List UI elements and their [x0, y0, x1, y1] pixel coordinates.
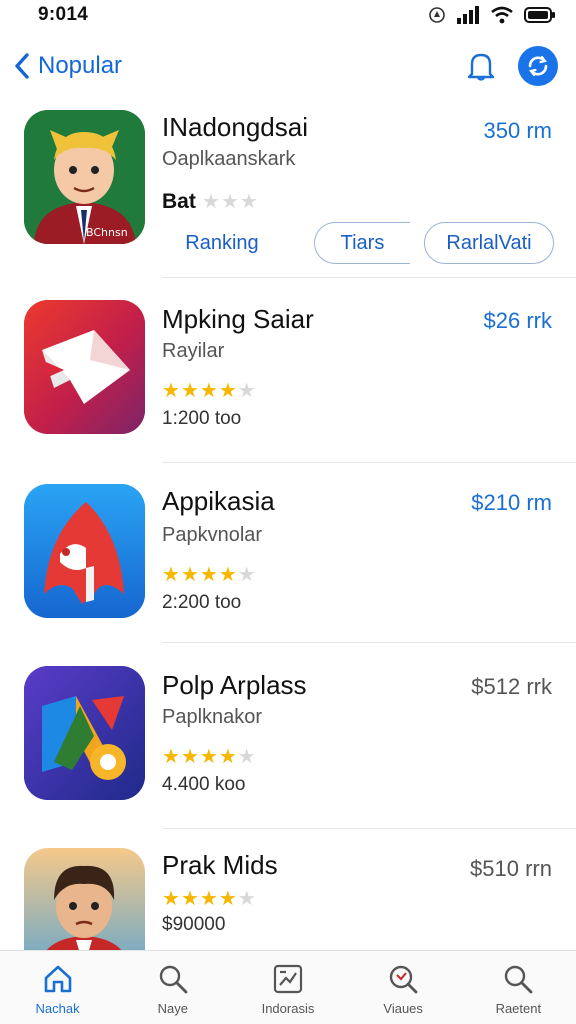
- star-icon: ★: [180, 888, 199, 910]
- list-item[interactable]: Appikasia $210 rm Papkvnolar ★ ★ ★ ★ ★ 2…: [0, 466, 576, 648]
- rating-stars: ★ ★ ★ ★ ★: [162, 886, 256, 911]
- star-icon: ★: [199, 746, 218, 768]
- app-price[interactable]: 350 rm: [484, 118, 552, 144]
- star-icon: ★: [237, 746, 256, 768]
- tab-raetent[interactable]: Raetent: [468, 963, 568, 1016]
- star-icon: ★: [237, 380, 256, 402]
- app-title: Polp Arplass: [162, 670, 307, 700]
- download-count: 1:200 too: [162, 408, 242, 429]
- star-icon: ★: [199, 888, 218, 910]
- tab-label: Viaues: [383, 1001, 423, 1016]
- chevron-left-icon: [15, 53, 29, 79]
- search-alt-icon: [389, 965, 418, 994]
- nav-actions: [466, 46, 558, 86]
- paper-plane-icon: [24, 300, 145, 434]
- chart-icon: [273, 964, 303, 994]
- app-price[interactable]: $210 rm: [471, 490, 552, 516]
- star-icon: ★: [218, 380, 237, 402]
- divider: [162, 462, 576, 463]
- app-title: Mpking Saiar: [162, 304, 314, 334]
- app-subtitle: Papkvnolar: [162, 524, 263, 546]
- star-icon: ★: [162, 564, 180, 586]
- app-title: INadongdsai: [162, 112, 308, 142]
- status-bar: 9:014: [0, 0, 576, 30]
- star-icon: ★: [220, 191, 239, 213]
- star-icon: ★: [218, 746, 237, 768]
- divider: [162, 642, 576, 643]
- tab-label: Raetent: [495, 1001, 542, 1016]
- tab-viaues[interactable]: Viaues: [353, 963, 453, 1016]
- star-icon: ★: [199, 564, 218, 586]
- cartoon-cat-boy-icon: BChnsn: [24, 110, 145, 244]
- battery-icon: [524, 7, 555, 23]
- star-icon: ★: [237, 888, 256, 910]
- star-icon: ★: [218, 888, 237, 910]
- app-subtitle: Rayilar: [162, 340, 225, 362]
- chip-tiars[interactable]: Tiars: [314, 222, 410, 264]
- tab-naye[interactable]: Naye: [123, 963, 223, 1016]
- signal-icon: [457, 6, 479, 24]
- star-icon: ★: [239, 191, 258, 213]
- back-button[interactable]: Nopular: [12, 52, 122, 80]
- search-icon: [159, 965, 188, 994]
- chip-ranking[interactable]: Ranking: [162, 222, 282, 264]
- app-price[interactable]: $512 rrk: [471, 674, 552, 700]
- price-value: $90000: [162, 914, 226, 935]
- rating-stars: ★ ★ ★ ★ ★: [162, 744, 256, 769]
- rating-stars: ★ ★ ★ ★ ★: [162, 562, 256, 587]
- wifi-icon: [491, 6, 513, 24]
- star-icon: ★: [202, 191, 220, 213]
- chip-rarlalvati[interactable]: RarlalVati: [424, 222, 554, 264]
- app-title: Appikasia: [162, 486, 275, 516]
- list-item[interactable]: BChnsn INadongdsai 350 rm Oaplkaanskark …: [0, 100, 576, 278]
- tab-nachak[interactable]: Nachak: [8, 963, 108, 1016]
- list-item[interactable]: Polp Arplass $512 rrk Paplknakor ★ ★ ★ ★…: [0, 648, 576, 830]
- svg-text:BChnsn: BChnsn: [86, 226, 128, 239]
- star-icon: ★: [180, 564, 199, 586]
- download-count: 4.400 koo: [162, 774, 246, 795]
- geometric-shapes-icon: [24, 666, 145, 800]
- star-icon: ★: [162, 746, 180, 768]
- star-icon: ★: [180, 746, 199, 768]
- list-item[interactable]: Prak Mids $510 rrn ★ ★ ★ ★ ★ $90000: [0, 832, 576, 968]
- status-icons: [428, 6, 556, 24]
- tab-label: Indorasis: [261, 1001, 315, 1016]
- app-price[interactable]: $26 rrk: [484, 308, 552, 334]
- star-icon: ★: [180, 380, 199, 402]
- back-label: Nopular: [38, 52, 123, 79]
- app-price[interactable]: $510 rrn: [470, 856, 552, 882]
- tab-indorasis[interactable]: Indorasis: [238, 963, 338, 1016]
- app-subtitle: Paplknakor: [162, 706, 263, 728]
- status-time: 9:014: [38, 4, 89, 25]
- tab-label: Nachak: [35, 1001, 80, 1016]
- rating-label: Bat: [162, 190, 196, 213]
- divider: [162, 277, 576, 278]
- tab-bar: Nachak Naye Indorasis Viaues Raetent: [0, 950, 576, 1024]
- download-count: 2:200 too: [162, 592, 242, 613]
- star-icon: ★: [218, 564, 237, 586]
- star-icon: ★: [162, 380, 180, 402]
- refresh-button[interactable]: [518, 46, 558, 86]
- app-title: Prak Mids: [162, 850, 278, 880]
- home-icon: [44, 965, 71, 993]
- divider: [162, 828, 576, 829]
- nav-bar: Nopular: [0, 38, 576, 94]
- tab-label: Naye: [157, 1001, 188, 1016]
- location-icon: [429, 7, 445, 23]
- refresh-icon: [528, 55, 548, 77]
- rating-stars: ★ ★ ★: [202, 189, 258, 214]
- list-item[interactable]: Mpking Saiar $26 rrk Rayilar ★ ★ ★ ★ ★ 1…: [0, 282, 576, 464]
- search-icon: [505, 965, 533, 994]
- app-subtitle: Oaplkaanskark: [162, 148, 296, 170]
- bell-icon[interactable]: [466, 50, 496, 82]
- star-icon: ★: [162, 888, 180, 910]
- rating-stars: ★ ★ ★ ★ ★: [162, 378, 256, 403]
- star-icon: ★: [237, 564, 256, 586]
- red-bird-icon: [24, 484, 145, 618]
- star-icon: ★: [199, 380, 218, 402]
